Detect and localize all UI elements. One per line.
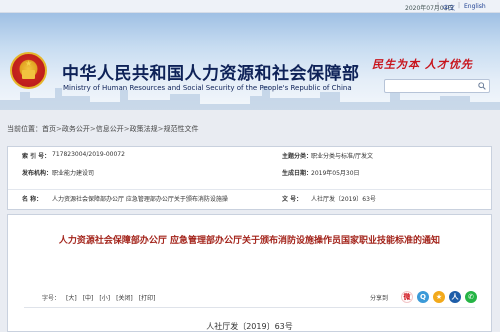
name-value: 人力资源社会保障部办公厅 应急管理部办公厅关于颁布消防设施操 [52,196,228,203]
lang-english-link[interactable]: English [464,3,486,10]
name-label: 名 称： [22,196,43,203]
search-box[interactable] [384,79,490,100]
site-title-cn[interactable]: 中华人民共和国人力资源和社会保障部 [62,59,360,84]
article-toolbar: 字号： [大] [中] [小] [关闭] [打印] 分享到 微 Q ★ 人 ✆ [8,291,491,308]
info-row: 名 称： 人力资源社会保障部办公厅 应急管理部办公厅关于颁布消防设施操 文 号：… [8,189,491,205]
lang-chinese-link[interactable]: 中文 [443,3,455,12]
site-header: ★ 中华人民共和国人力资源和社会保障部 Ministry of Human Re… [0,13,500,110]
article-doc-number: 人社厅发〔2019〕63号 [206,322,293,331]
national-emblem-icon[interactable]: ★ [10,52,47,89]
article-headline: 人力资源社会保障部办公厅 应急管理部办公厅关于颁布消防设施操作员国家职业技能标准… [58,236,441,246]
qq-icon[interactable]: Q [417,291,429,303]
category-label: 主题分类： [282,153,313,160]
top-bar: 2020年07月03日 | 中文 | English [0,0,500,13]
font-small-button[interactable]: [小] [99,295,110,302]
site-title-en: Ministry of Human Resources and Social S… [63,84,352,92]
index-value: 717823004/2019-00072 [52,151,125,158]
index-label: 索 引 号： [22,153,51,160]
breadcrumb: 当前位置：首页>政务公开>信息公开>政策法规>规范性文件 [7,124,199,134]
font-size-controls: 字号： [大] [中] [小] [关闭] [打印] [42,293,161,302]
font-medium-button[interactable]: [中] [83,295,94,302]
docno-value: 人社厅发〔2019〕63号 [311,196,376,203]
breadcrumb-normative-docs[interactable]: 规范性文件 [164,125,199,133]
breadcrumb-gov-affairs[interactable]: 政务公开 [62,125,90,133]
publisher-label: 发布机构： [22,170,53,177]
divider [24,307,475,308]
font-large-button[interactable]: [大] [66,295,77,302]
close-button[interactable]: [关闭] [116,295,133,302]
print-button[interactable]: [打印] [139,295,156,302]
breadcrumb-prefix: 当前位置： [7,125,42,133]
breadcrumb-info-public[interactable]: 信息公开 [96,125,124,133]
site-slogan: 民生为本 人才优先 [372,58,473,71]
font-size-label: 字号： [42,295,61,302]
date-label: 生成日期： [282,170,313,177]
tiananmen-icon [22,70,35,79]
search-input[interactable] [385,88,475,100]
share-label: 分享到 [370,295,389,302]
divider: | [437,2,440,9]
share-icons: 微 Q ★ 人 ✆ [401,291,477,303]
search-icon[interactable] [478,82,486,90]
docno-label: 文 号： [282,196,303,203]
info-row: 索 引 号： 717823004/2019-00072 主题分类： 职业分类与标… [8,151,491,167]
document-info-table: 索 引 号： 717823004/2019-00072 主题分类： 职业分类与标… [7,146,492,210]
category-value: 职业分类与标准/厅发文 [311,153,374,160]
divider: | [458,2,461,9]
qzone-icon[interactable]: ★ [433,291,445,303]
article-panel: 人力资源社会保障部办公厅 应急管理部办公厅关于颁布消防设施操作员国家职业技能标准… [7,214,492,332]
info-row: 发布机构： 职业能力建设司 生成日期： 2019年05月30日 [8,168,491,184]
publisher-value: 职业能力建设司 [52,170,95,177]
wechat-icon[interactable]: ✆ [465,291,477,303]
renren-icon[interactable]: 人 [449,291,461,303]
weibo-icon[interactable]: 微 [401,291,413,303]
date-value: 2019年05月30日 [311,170,360,177]
star-icon: ★ [25,59,33,68]
breadcrumb-policies[interactable]: 政策法规 [130,125,158,133]
breadcrumb-home[interactable]: 首页 [42,125,56,133]
